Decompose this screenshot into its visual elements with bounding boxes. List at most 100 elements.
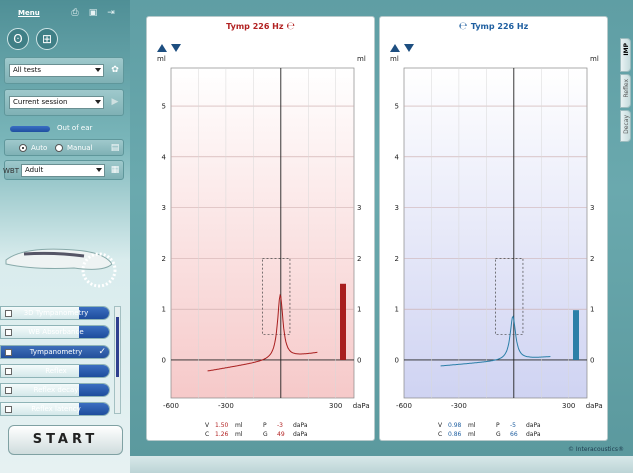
test-label: Reflex xyxy=(45,367,67,375)
test-item-reflex[interactable]: Reflex xyxy=(0,364,110,378)
manual-radio[interactable] xyxy=(55,144,63,152)
test-item-wb-absorbance[interactable]: WB Absorbance xyxy=(0,325,110,339)
session-selector-value: Current session xyxy=(13,98,68,106)
y-tick-label: 1 xyxy=(395,306,399,314)
y-tick-label: 1 xyxy=(162,306,166,314)
x-tick-label: -300 xyxy=(218,402,234,410)
auto-label: Auto xyxy=(31,144,48,152)
y-tick-label: 0 xyxy=(162,356,166,364)
tab-decay[interactable]: Decay xyxy=(620,110,631,142)
tab-label: Decay xyxy=(623,115,630,134)
test-checkbox[interactable] xyxy=(5,387,12,394)
test-checkbox[interactable] xyxy=(5,310,12,317)
exit-icon[interactable]: ⇥ xyxy=(106,8,116,18)
test-list-scrollbar[interactable] xyxy=(114,306,121,414)
v-unit: ml xyxy=(235,422,243,429)
wbt-selector[interactable]: Adult xyxy=(21,164,105,177)
menu-bar: Menu ⎙ ▣ ⇥ xyxy=(0,0,130,26)
menu-button[interactable]: Menu xyxy=(18,9,40,17)
test-label: Reflex latency xyxy=(31,405,81,413)
y-tick-label: 4 xyxy=(395,153,400,161)
start-button[interactable]: START xyxy=(8,425,123,455)
x-unit-label: daPa xyxy=(586,402,603,410)
y-tick-label: 3 xyxy=(162,204,166,212)
status-bar xyxy=(130,456,633,473)
y-tick-label: 2 xyxy=(162,255,166,263)
wbt-label: WBT xyxy=(3,167,19,175)
p-value: -3 xyxy=(277,422,283,429)
y-tick-label: 0 xyxy=(357,356,361,364)
y-tick-label: 2 xyxy=(357,255,361,263)
c-value: 1.26 xyxy=(215,431,229,438)
g-unit: daPa xyxy=(293,431,308,438)
x-tick-label: 300 xyxy=(329,402,342,410)
test-item-reflex-latency[interactable]: Reflex latency xyxy=(0,402,110,416)
c-label: C xyxy=(205,431,210,438)
save-icon[interactable]: ▣ xyxy=(88,8,98,18)
notes-icon[interactable]: ▤ xyxy=(109,142,121,154)
test-label: 3D Tympanometry xyxy=(23,309,89,317)
mode-box: Auto Manual ▤ xyxy=(4,139,124,156)
y-tick-label: 3 xyxy=(395,204,399,212)
test-checkbox[interactable] xyxy=(5,368,12,375)
chevron-down-icon xyxy=(96,168,102,172)
tab-imp[interactable]: IMP xyxy=(620,38,631,72)
tab-label: IMP xyxy=(623,43,630,56)
p-label: P xyxy=(496,422,500,429)
session-selector-box: Current session ▶ xyxy=(4,89,124,116)
x-tick-label: -600 xyxy=(396,402,412,410)
tab-reflex[interactable]: Reflex xyxy=(620,74,631,108)
p-unit: daPa xyxy=(526,422,541,429)
p-value: -5 xyxy=(510,422,516,429)
test-checkbox[interactable] xyxy=(5,329,12,336)
test-selector-value: All tests xyxy=(13,66,41,74)
calendar-icon[interactable]: ▦ xyxy=(109,164,121,176)
y-tick-label: 5 xyxy=(162,103,166,111)
probe-status-bar xyxy=(10,126,50,132)
grid-view-icon[interactable]: ⊞ xyxy=(36,28,58,50)
right-results-table: V 0.98 ml C 0.86 ml P -5 daPa G 66 daPa xyxy=(438,420,548,440)
copyright: © Interacoustics® xyxy=(568,446,625,453)
y-tick-label: 1 xyxy=(357,306,361,314)
g-label: G xyxy=(263,431,268,438)
right-ear-graph-panel: ℮ Tymp 226 Hz ml ml 5 4 3 2 1 0 3 2 1 0 -600 -300 30… xyxy=(379,16,608,441)
left-ear-graph-panel: Tymp 226 Hz ℮ ml ml 5 4 3 2 1 0 3 2 1 0 -600 -300 30… xyxy=(146,16,375,441)
x-tick-label: -300 xyxy=(451,402,467,410)
chevron-down-icon xyxy=(95,100,101,104)
v-unit: ml xyxy=(468,422,476,429)
y-tick-label: 4 xyxy=(162,153,167,161)
scrollbar-thumb[interactable] xyxy=(116,317,119,377)
left-tympanogram[interactable]: 5 4 3 2 1 0 3 2 1 0 -600 -300 300 daPa xyxy=(147,17,376,417)
y-tick-label: 1 xyxy=(590,306,594,314)
left-panel: Menu ⎙ ▣ ⇥ ʘ ⊞ All tests ✿ Current sessi… xyxy=(0,0,130,473)
test-item-3d-tympanometry[interactable]: 3D Tympanometry xyxy=(0,306,110,320)
manual-label: Manual xyxy=(67,144,93,152)
chevron-down-icon xyxy=(95,68,101,72)
check-icon: ✓ xyxy=(98,347,106,357)
wbt-box: WBT Adult ▦ xyxy=(3,160,124,180)
wbt-selector-value: Adult xyxy=(25,166,44,174)
test-checkbox[interactable] xyxy=(5,406,12,413)
test-checkbox[interactable] xyxy=(5,349,12,356)
y-tick-label: 2 xyxy=(590,255,594,263)
ear-canal-volume-bar xyxy=(340,283,346,360)
probe-device-image xyxy=(5,248,117,288)
test-item-tympanometry[interactable]: Tympanometry ✓ xyxy=(0,345,110,359)
session-selector[interactable]: Current session xyxy=(9,96,104,109)
auto-radio[interactable] xyxy=(19,144,27,152)
left-results-table: V 1.50 ml C 1.26 ml P -3 daPa G 49 daPa xyxy=(205,420,315,440)
c-value: 0.86 xyxy=(448,431,462,438)
probe-status-icon: ▶ xyxy=(111,97,119,107)
settings-icon[interactable]: ✿ xyxy=(109,64,121,76)
v-label: V xyxy=(205,422,210,429)
test-selector[interactable]: All tests xyxy=(9,64,104,77)
print-icon[interactable]: ⎙ xyxy=(70,8,80,18)
y-tick-label: 3 xyxy=(590,204,594,212)
right-tympanogram[interactable]: 5 4 3 2 1 0 3 2 1 0 -600 -300 300 daPa xyxy=(380,17,609,417)
ear-icon[interactable]: ʘ xyxy=(7,28,29,50)
y-tick-label: 0 xyxy=(395,356,399,364)
g-value: 66 xyxy=(510,431,518,438)
test-item-reflex-decay[interactable]: Reflex decay xyxy=(0,383,110,397)
v-label: V xyxy=(438,422,443,429)
test-label: Tympanometry xyxy=(29,348,83,356)
